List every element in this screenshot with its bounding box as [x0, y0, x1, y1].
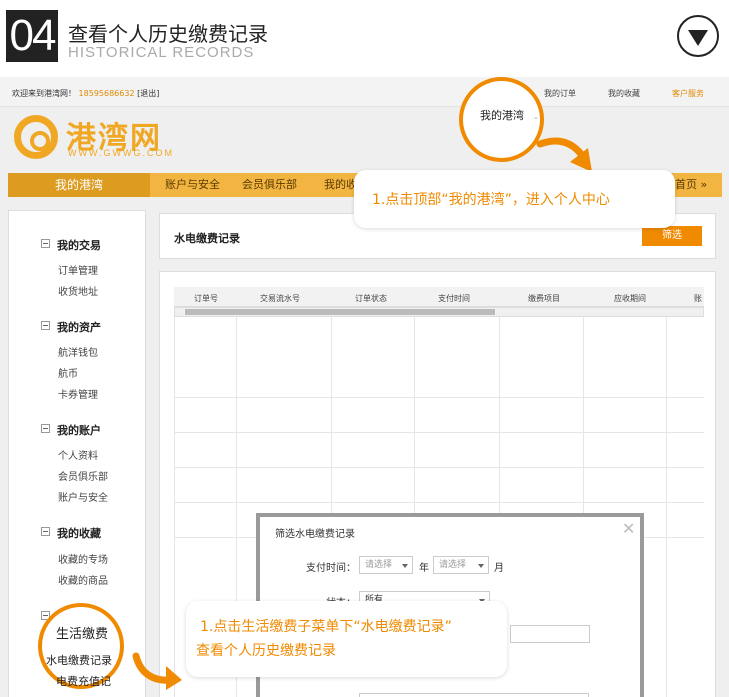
column-header: 缴费项目 — [528, 294, 560, 303]
instruction-text: 查看个人历史缴费记录 — [196, 643, 336, 659]
my-orders-link[interactable]: 我的订单 — [544, 88, 576, 99]
sidebar-section-title: 我的收藏 — [57, 527, 101, 540]
grid-line — [174, 467, 704, 468]
table-header: 订单号 交易流水号 订单状态 支付时间 缴费项目 应收期间 账 — [174, 287, 704, 307]
year-select[interactable]: 请选择 — [359, 556, 413, 574]
column-header: 账 — [694, 294, 702, 303]
step-number: 04 — [6, 10, 58, 62]
nav-account-security[interactable]: 账户与安全 — [165, 173, 220, 197]
month-select-value: 请选择 — [439, 560, 467, 570]
column-header: 支付时间 — [438, 294, 470, 303]
sidebar-item-address[interactable]: 收货地址 — [58, 283, 98, 298]
grid-line — [174, 397, 704, 398]
highlight-label: 水电缴费记录 — [46, 654, 112, 667]
year-label: 年 — [419, 563, 429, 574]
sidebar-item-coins[interactable]: 航币 — [58, 365, 78, 380]
instruction-bubble: 1.点击生活缴费子菜单下“水电缴费记录” 查看个人历史缴费记录 — [186, 601, 507, 677]
collapse-icon[interactable] — [41, 527, 50, 536]
down-triangle-icon — [688, 30, 708, 46]
my-harbor-tab[interactable]: 我的港湾 — [8, 173, 150, 197]
logo-icon — [14, 115, 58, 159]
month-select[interactable]: 请选择 — [433, 556, 489, 574]
step-subtitle: HISTORICAL RECORDS — [68, 44, 255, 61]
chevron-down-icon — [402, 564, 408, 568]
month-label: 月 — [494, 563, 504, 574]
text-input[interactable] — [359, 693, 589, 697]
grid-line — [174, 502, 704, 503]
welcome-label: 欢迎来到港湾网！ — [12, 89, 76, 98]
scroll-down-button[interactable] — [677, 15, 719, 57]
grid-line — [666, 317, 667, 697]
highlight-circle: 生活缴费 水电缴费记录 电费充值记 — [38, 603, 124, 689]
sidebar-item-account-security[interactable]: 账户与安全 — [58, 489, 108, 504]
highlight-label: 电费充值记 — [56, 675, 111, 688]
sidebar-item-profile[interactable]: 个人资料 — [58, 447, 98, 462]
sidebar-section-title: 我的交易 — [57, 239, 101, 252]
sidebar-item-member-club[interactable]: 会员俱乐部 — [58, 468, 108, 483]
nav-my-favorites[interactable]: 我的收 — [324, 173, 357, 197]
grid-line — [174, 432, 704, 433]
highlight-label: 我的港湾 — [480, 109, 524, 122]
collapse-icon[interactable] — [41, 424, 50, 433]
horizontal-scrollbar[interactable] — [174, 307, 704, 317]
column-header: 应收期间 — [614, 294, 646, 303]
collapse-icon[interactable] — [41, 239, 50, 248]
curved-arrow-icon — [132, 652, 182, 690]
logout-link[interactable]: [退出] — [137, 89, 159, 98]
sidebar-item-order-management[interactable]: 订单管理 — [58, 262, 98, 277]
grid-line — [174, 317, 175, 697]
sidebar-section-title: 我的资产 — [57, 321, 101, 334]
filter-button[interactable]: 筛选 — [642, 226, 702, 246]
sidebar-item-wallet[interactable]: 航洋钱包 — [58, 344, 98, 359]
text-input[interactable] — [510, 625, 590, 643]
highlight-label: 生活缴费 — [56, 627, 109, 642]
sidebar-section-title: 我的账户 — [57, 424, 101, 437]
column-header: 订单状态 — [355, 294, 387, 303]
column-header: 订单号 — [194, 294, 218, 303]
collapse-icon[interactable] — [41, 321, 50, 330]
close-icon[interactable]: ✕ — [622, 519, 635, 538]
sidebar-item-fav-specials[interactable]: 收藏的专场 — [58, 551, 108, 566]
user-phone: 18595686632 — [78, 89, 135, 98]
step-title: 查看个人历史缴费记录 — [68, 22, 268, 46]
chevron-down-icon — [478, 564, 484, 568]
sidebar-item-coupons[interactable]: 卡券管理 — [58, 386, 98, 401]
pay-time-label: 支付时间： — [306, 563, 356, 574]
instruction-text: 1.点击顶部“我的港湾”，进入个人中心 — [372, 192, 610, 208]
my-favorites-link[interactable]: 我的收藏 — [608, 88, 640, 99]
nav-home[interactable]: 首页 » — [675, 173, 707, 197]
logo-url: WWW.GWWG.COM — [68, 148, 174, 158]
welcome-text: 欢迎来到港湾网！ 18595686632 [退出] — [12, 88, 159, 99]
dialog-title: 筛选水电缴费记录 — [275, 529, 355, 540]
site-top-bar: 欢迎来到港湾网！ 18595686632 [退出] 我的订单 我的收藏 客户服务 — [0, 77, 729, 107]
highlight-circle: 我的港湾 ⌄ — [459, 77, 544, 162]
page-title: 水电缴费记录 — [174, 232, 240, 245]
scrollbar-thumb[interactable] — [185, 309, 495, 315]
column-header: 交易流水号 — [260, 294, 300, 303]
chevron-down-icon: ⌄ — [533, 113, 539, 121]
sidebar-item-fav-products[interactable]: 收藏的商品 — [58, 572, 108, 587]
nav-member-club[interactable]: 会员俱乐部 — [242, 173, 297, 197]
customer-service-link[interactable]: 客户服务 — [672, 88, 704, 99]
instruction-text: 1.点击生活缴费子菜单下“水电缴费记录” — [200, 619, 452, 635]
instruction-bubble: 1.点击顶部“我的港湾”，进入个人中心 — [354, 170, 675, 228]
year-select-value: 请选择 — [365, 560, 393, 570]
